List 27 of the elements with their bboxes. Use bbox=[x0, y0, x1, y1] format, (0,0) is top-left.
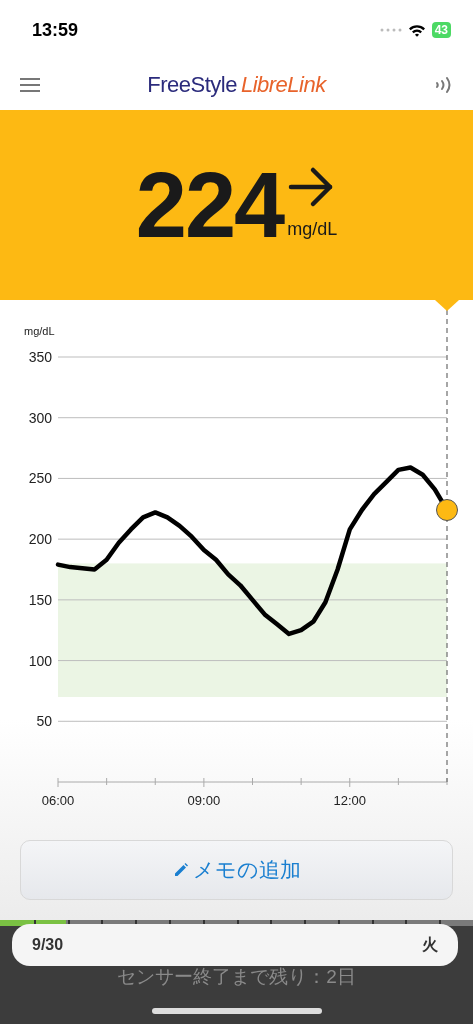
brand-name: FreeStyle bbox=[147, 72, 237, 98]
current-reading-dot bbox=[436, 499, 458, 521]
glucose-value: 224 bbox=[135, 152, 284, 258]
glucose-unit: mg/dL bbox=[287, 218, 338, 240]
y-axis-label: 100 bbox=[28, 652, 52, 669]
date-text: 9/30 bbox=[32, 936, 64, 954]
y-axis-label: 250 bbox=[28, 470, 52, 487]
sensor-remaining-text: センサー終了まで残り：2日 bbox=[116, 965, 357, 989]
cellular-signal-icon bbox=[379, 28, 402, 32]
menu-icon[interactable] bbox=[20, 77, 40, 93]
x-axis-label: 09:00 bbox=[187, 793, 221, 808]
y-axis-label: 350 bbox=[28, 349, 52, 365]
wifi-icon bbox=[407, 23, 426, 37]
y-axis-label: 50 bbox=[36, 713, 52, 730]
y-axis-label: 200 bbox=[28, 531, 52, 548]
scan-icon[interactable] bbox=[433, 76, 453, 94]
weekday-text: 火 bbox=[422, 934, 438, 955]
add-memo-button[interactable]: メモの追加 bbox=[20, 840, 453, 900]
battery-level: 43 bbox=[431, 22, 451, 38]
brand-name-suffix: LibreLink bbox=[240, 72, 326, 98]
x-axis-label: 06:00 bbox=[41, 793, 75, 808]
axis-unit: mg/dL bbox=[24, 325, 55, 337]
y-axis-label: 150 bbox=[28, 591, 52, 608]
y-axis-label: 300 bbox=[28, 409, 52, 426]
status-time: 13:59 bbox=[32, 19, 79, 41]
pencil-icon bbox=[172, 862, 189, 878]
x-axis-label: 12:00 bbox=[333, 793, 366, 808]
